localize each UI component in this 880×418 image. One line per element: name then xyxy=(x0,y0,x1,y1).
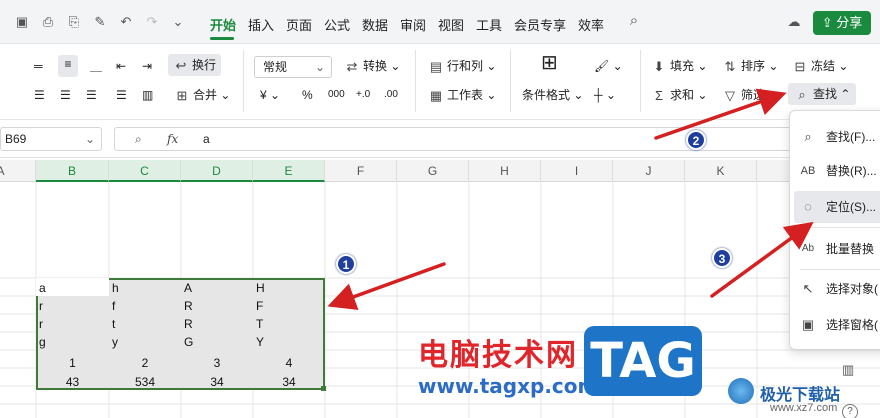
step-badge-1: 1 xyxy=(336,254,356,274)
app-window: ▣ ⎙ ⎘ ✎ ↶ ↷ ⌄ 开始 插入 页面 公式 数据 审阅 视图 工具 会员… xyxy=(0,0,880,418)
annotation-arrows xyxy=(327,88,814,310)
arrow-2 xyxy=(654,88,787,140)
step-badge-2: 2 xyxy=(686,130,706,150)
step-badge-3: 3 xyxy=(712,248,732,268)
